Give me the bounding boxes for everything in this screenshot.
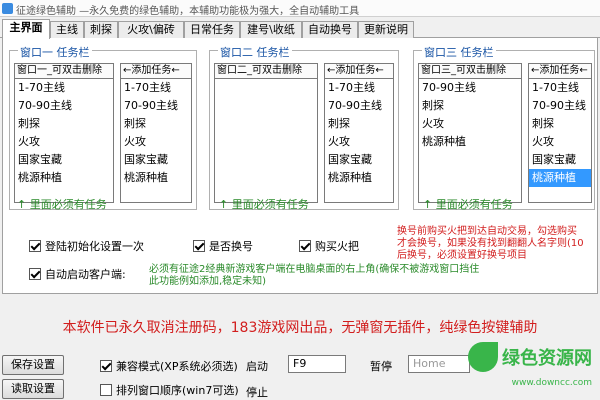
window1-task-group: 窗口一 任务栏 窗口一_可双击删除 1-70主线 70-90主线 刺探 火攻 国… [9,44,197,210]
watermark-url: www.downcc.com [511,378,592,388]
main-panel: 窗口一 任务栏 窗口一_可双击删除 1-70主线 70-90主线 刺探 火攻 国… [2,38,598,294]
list-item[interactable]: 国家宝藏 [529,151,591,169]
list-header: ←添加任务← [121,64,191,79]
checkbox-box [29,268,41,280]
load-settings-button[interactable]: 读取设置 [2,379,64,399]
tab-auto-switch[interactable]: 自动换号 [302,21,358,38]
list-item[interactable]: 国家宝藏 [121,151,191,169]
window3-task-list[interactable]: 窗口三_可双击删除 70-90主线 刺探 火攻 桃源种植 [418,63,522,203]
list-item[interactable]: 1-70主线 [121,79,191,97]
switch-note-line3: 后换号，必须设置好换号项目 [397,250,527,261]
list-item[interactable]: 70-90主线 [121,97,191,115]
start-label: 启动 [246,360,268,373]
site-watermark: 绿色资源网 [468,342,592,372]
group-title: 窗口一 任务栏 [18,44,92,60]
list-item[interactable]: 刺探 [529,115,591,133]
init-once-checkbox[interactable]: 登陆初始化设置一次 [29,238,144,254]
list-item[interactable]: 火攻 [325,133,393,151]
checkbox-label: 是否换号 [209,240,253,253]
tab-bar: 主界面 主线 刺探 火攻\偏砖 日常任务 建号\收纸 自动换号 更新说明 [0,19,600,39]
tab-update-notes[interactable]: 更新说明 [358,21,414,38]
group1-hint: ↑ 里面必须有任务 [17,198,107,211]
compat-mode-checkbox[interactable]: 兼容模式(XP系统必须选) [100,358,238,374]
window2-add-task-list[interactable]: ←添加任务← 1-70主线 70-90主线 刺探 火攻 国家宝藏 桃源种植 [324,63,394,203]
checkbox-label: 排列窗口顺序(win7可选) [116,384,239,397]
checkbox-label: 购买火把 [315,240,359,253]
group2-hint: ↑ 里面必须有任务 [219,198,309,211]
window2-task-list[interactable]: 窗口二_可双击删除 [214,63,318,203]
list-item[interactable]: 火攻 [419,115,521,133]
client-note-line2: 此功能例如添加,稳定未知) [149,276,267,287]
group3-hint: ↑ 里面必须有任务 [423,198,513,211]
leaf-logo-icon [468,342,498,372]
list-header: 窗口三_可双击删除 [419,64,521,79]
tab-main[interactable]: 主界面 [2,19,50,39]
list-item[interactable]: 刺探 [325,115,393,133]
list-item[interactable]: 刺探 [15,115,113,133]
pause-hotkey-field[interactable]: Home [408,355,470,373]
checkbox-label: 自动启动客户端: [45,268,126,281]
app-icon [2,3,13,14]
client-note-line1: 必须有征途2经典新游戏客户端在电脑桌面的右上角(确保不被游戏窗口挡住 [149,264,480,275]
promo-banner: 本软件已永久取消注册码，183游戏网出品，无弹窗无插件，纯绿色按键辅助 [62,320,538,336]
checkbox-box [100,360,112,372]
title-bar: 征途绿色辅助 —永久免费的绿色辅助，本辅助功能极为强大，全自动辅助工具 [0,0,600,17]
window1-task-list[interactable]: 窗口一_可双击删除 1-70主线 70-90主线 刺探 火攻 国家宝藏 桃源种植 [14,63,114,203]
list-item[interactable]: 火攻 [15,133,113,151]
tab-mainline[interactable]: 主线 [50,21,84,38]
list-item[interactable]: 70-90主线 [529,97,591,115]
checkbox-box [299,240,311,252]
list-header: 窗口二_可双击删除 [215,64,317,79]
window-order-checkbox[interactable]: 排列窗口顺序(win7可选) [100,382,239,398]
list-item[interactable]: 火攻 [529,133,591,151]
list-item[interactable]: 国家宝藏 [15,151,113,169]
start-hotkey-field[interactable]: F9 [288,355,346,373]
checkbox-box [193,240,205,252]
switch-account-checkbox[interactable]: 是否换号 [193,238,253,254]
list-item[interactable]: 1-70主线 [325,79,393,97]
tab-daily-tasks[interactable]: 日常任务 [184,21,240,38]
list-item[interactable]: 火攻 [121,133,191,151]
tab-fire-attack[interactable]: 火攻\偏砖 [118,21,184,38]
watermark-text: 绿色资源网 [502,348,592,369]
checkbox-label: 兼容模式(XP系统必须选) [116,360,238,373]
checkbox-label: 登陆初始化设置一次 [45,240,144,253]
pause-label: 暂停 [370,360,392,373]
window3-task-group: 窗口三 任务栏 窗口三_可双击删除 70-90主线 刺探 火攻 桃源种植 ←添加… [413,44,595,210]
list-item[interactable]: 刺探 [121,115,191,133]
list-item[interactable]: 70-90主线 [325,97,393,115]
buy-torch-checkbox[interactable]: 购买火把 [299,238,359,254]
auto-start-client-checkbox[interactable]: 自动启动客户端: [29,266,126,282]
list-item[interactable]: 桃源种植 [121,169,191,187]
list-header: 窗口一_可双击删除 [15,64,113,79]
group-title: 窗口二 任务栏 [218,44,292,60]
tab-create-account[interactable]: 建号\收纸 [240,21,302,38]
list-item-selected[interactable]: 桃源种植 [529,169,591,187]
list-item[interactable]: 刺探 [419,97,521,115]
window1-add-task-list[interactable]: ←添加任务← 1-70主线 70-90主线 刺探 火攻 国家宝藏 桃源种植 [120,63,192,203]
switch-note-line2: 才会换号，如果没有找到翻翻人名字则(10 [397,238,584,249]
list-item[interactable]: 70-90主线 [419,79,521,97]
list-item[interactable]: 国家宝藏 [325,151,393,169]
list-item[interactable]: 桃源种植 [419,133,521,151]
stop-label: 停止 [246,386,268,399]
group-title: 窗口三 任务栏 [422,44,496,60]
window2-task-group: 窗口二 任务栏 窗口二_可双击删除 ←添加任务← 1-70主线 70-90主线 … [209,44,399,210]
window-title: 征途绿色辅助 —永久免费的绿色辅助，本辅助功能极为强大，全自动辅助工具 [16,6,360,17]
list-item[interactable]: 桃源种植 [325,169,393,187]
save-settings-button[interactable]: 保存设置 [2,355,64,375]
list-item[interactable]: 70-90主线 [15,97,113,115]
window3-add-task-list[interactable]: ←添加任务← 1-70主线 70-90主线 刺探 火攻 国家宝藏 桃源种植 [528,63,592,203]
switch-note-line1: 换号前购买火把到达自动交易，勾选购买 [397,226,577,237]
list-header: ←添加任务← [325,64,393,79]
checkbox-box [29,240,41,252]
checkbox-box [100,384,112,396]
tab-scout[interactable]: 刺探 [84,21,118,38]
list-item[interactable]: 桃源种植 [15,169,113,187]
list-item[interactable]: 1-70主线 [15,79,113,97]
list-item[interactable]: 1-70主线 [529,79,591,97]
list-header: ←添加任务← [529,64,591,79]
